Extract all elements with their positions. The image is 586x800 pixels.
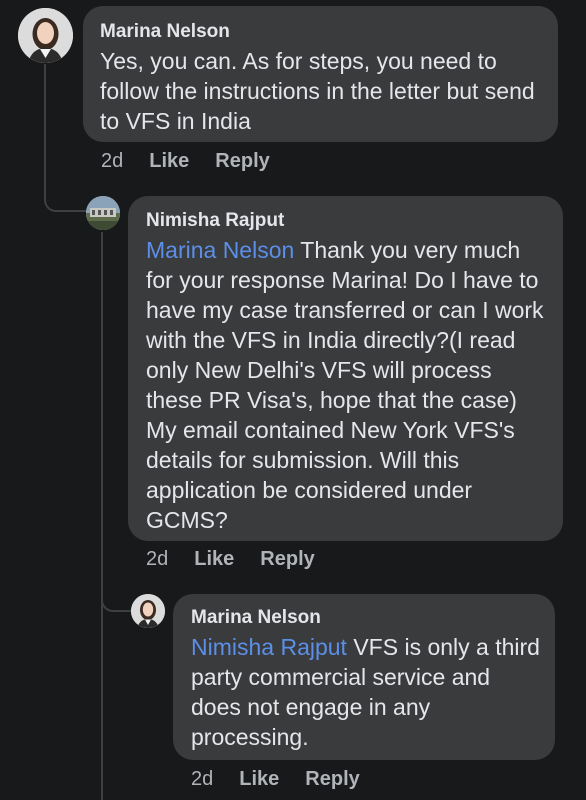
- thread-line-3: [101, 582, 131, 612]
- comment-timestamp[interactable]: 2d: [191, 768, 213, 791]
- comment-actions: 2d Like Reply: [191, 768, 386, 791]
- avatar[interactable]: [86, 196, 120, 230]
- reply-button[interactable]: Reply: [215, 150, 269, 173]
- comment-bubble: Nimisha Rajput Marina Nelson Thank you v…: [128, 196, 563, 541]
- avatar[interactable]: [18, 8, 73, 63]
- profile-photo-outdoor-icon: [86, 196, 120, 230]
- mention-link[interactable]: Marina Nelson: [146, 237, 294, 263]
- mention-link[interactable]: Nimisha Rajput: [191, 634, 347, 660]
- like-button[interactable]: Like: [239, 768, 279, 791]
- reply-button[interactable]: Reply: [305, 768, 359, 791]
- comment-text: Nimisha Rajput VFS is only a third party…: [191, 632, 541, 752]
- like-button[interactable]: Like: [194, 548, 234, 571]
- profile-photo-woman-icon: [131, 594, 165, 628]
- profile-photo-woman-icon: [18, 8, 73, 63]
- reply-button[interactable]: Reply: [260, 548, 314, 571]
- comment-text: Yes, you can. As for steps, you need to …: [100, 48, 535, 134]
- comment-timestamp[interactable]: 2d: [146, 548, 168, 571]
- comment-author[interactable]: Marina Nelson: [100, 20, 542, 44]
- comment-bubble: Marina Nelson Nimisha Rajput VFS is only…: [173, 594, 555, 760]
- thread-line-2: [101, 232, 103, 800]
- comment-text-body: Thank you very much for your response Ma…: [146, 237, 544, 533]
- comment-author[interactable]: Marina Nelson: [191, 606, 541, 630]
- comment-bubble: Marina Nelson Yes, you can. As for steps…: [83, 6, 558, 142]
- comment-actions: 2d Like Reply: [101, 150, 296, 173]
- like-button[interactable]: Like: [149, 150, 189, 173]
- comment-author[interactable]: Nimisha Rajput: [146, 209, 549, 233]
- comment-text: Marina Nelson Thank you very much for yo…: [146, 235, 549, 535]
- avatar[interactable]: [131, 594, 165, 628]
- comment-timestamp[interactable]: 2d: [101, 150, 123, 173]
- thread-line-1: [44, 64, 86, 212]
- comment-actions: 2d Like Reply: [146, 548, 341, 571]
